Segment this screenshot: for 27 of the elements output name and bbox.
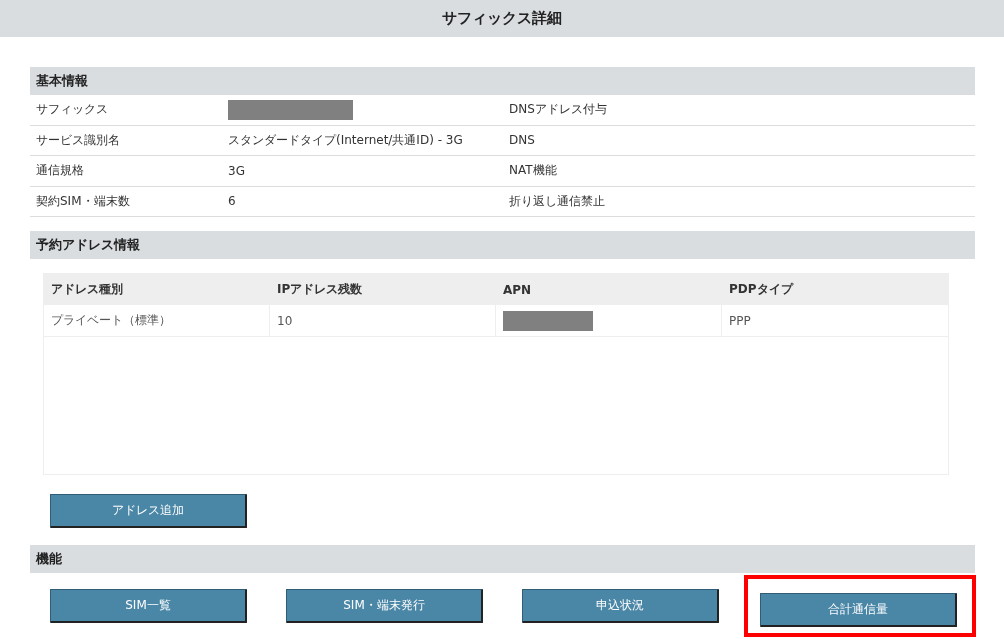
column-header: APN	[502, 282, 533, 297]
function-button[interactable]: SIM一覧	[50, 589, 247, 623]
field-label: 折り返し通信禁止	[509, 192, 606, 210]
column-header: PDPタイプ	[728, 281, 795, 298]
field-value: 3G	[228, 163, 246, 178]
field-label: 契約SIM・端末数	[36, 192, 131, 210]
field-label: サフィックス	[36, 101, 109, 119]
function-button[interactable]: 合計通信量	[760, 593, 957, 627]
function-button[interactable]: 申込状況	[522, 589, 719, 623]
page-title: サフィックス詳細	[442, 9, 562, 28]
section-title: 予約アドレス情報	[36, 236, 140, 254]
section-title: 基本情報	[36, 72, 88, 90]
field-label: DNSアドレス付与	[509, 101, 608, 119]
field-value: スタンダードタイプ(Internet/共通ID) - 3G	[228, 131, 464, 149]
function-button[interactable]: SIM・端末発行	[286, 589, 483, 623]
field-label: 通信規格	[36, 162, 85, 180]
column-header: アドレス種別	[50, 281, 124, 298]
field-value: 6	[228, 194, 237, 209]
section-title: 機能	[36, 550, 62, 568]
table-cell: 10	[277, 313, 293, 328]
field-label: サービス識別名	[36, 131, 121, 149]
table-cell: プライベート（標準）	[51, 312, 171, 329]
field-label: DNS	[509, 133, 536, 148]
field-label: NAT機能	[509, 162, 558, 180]
column-header: IPアドレス残数	[276, 281, 364, 298]
table-cell: PPP	[729, 313, 751, 328]
add-address-button[interactable]: アドレス追加	[50, 494, 247, 528]
